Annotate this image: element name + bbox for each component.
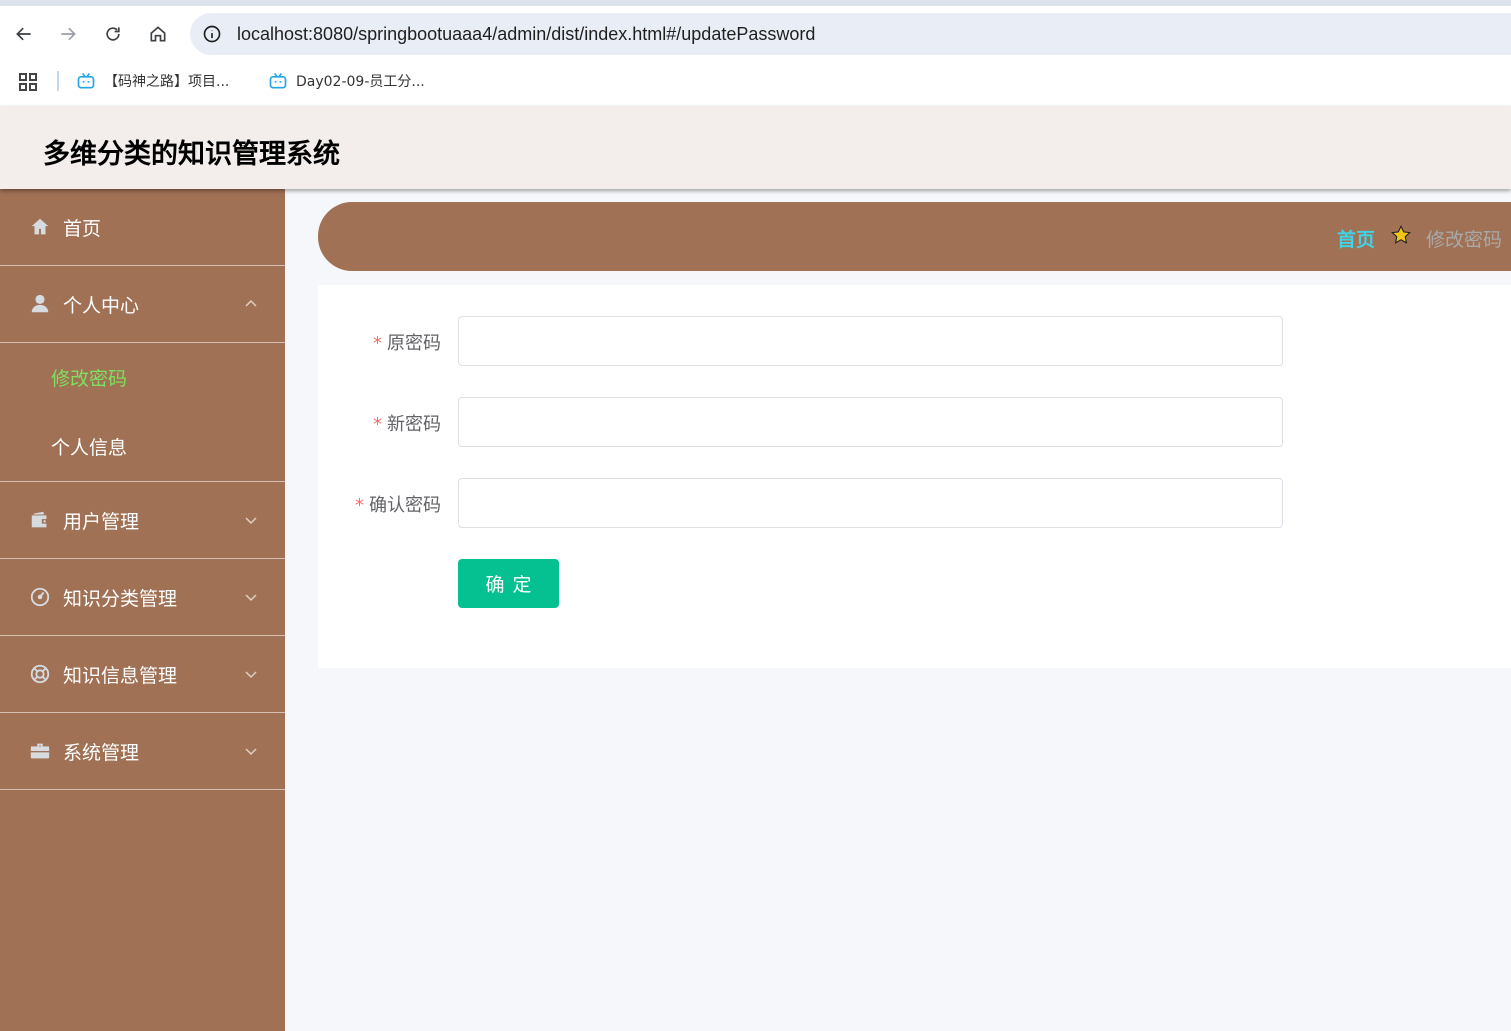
breadcrumb-current: 修改密码: [1426, 229, 1503, 251]
old-password-input[interactable]: [458, 316, 1283, 366]
app-title: 多维分类的知识管理系统: [43, 139, 340, 170]
bookmark-label: Day02-09-员工分...: [296, 74, 425, 90]
breadcrumb-home-link[interactable]: 首页: [1337, 225, 1375, 252]
house-icon: [150, 26, 166, 42]
new-password-row: * 新密码: [318, 397, 1511, 447]
old-password-label-text: 原密码: [387, 333, 441, 354]
old-password-row: * 原密码: [318, 316, 1511, 366]
arrow-right-icon: [61, 27, 76, 41]
old-password-label: * 原密码: [373, 329, 441, 355]
sidebar-item-label: 个人中心: [63, 294, 140, 317]
sidebar-item-label: 知识分类管理: [63, 587, 178, 610]
sidebar-item-knowledge-info[interactable]: 知识信息管理: [0, 636, 285, 713]
chevron-down-icon: [245, 594, 257, 602]
bookmark-item[interactable]: 【码神之路】项目...: [76, 70, 229, 92]
url-text[interactable]: localhost:8080/springbootuaaa4/admin/dis…: [237, 24, 815, 45]
confirm-password-row: * 确认密码: [318, 478, 1511, 528]
tab-strip-edge: [0, 0, 1511, 6]
chevron-up-icon: [245, 299, 257, 307]
required-star: *: [373, 333, 382, 354]
bilibili-icon: [269, 73, 287, 89]
bookmark-label: 【码神之路】项目...: [104, 74, 230, 90]
chevron-down-icon: [245, 671, 257, 679]
required-star: *: [373, 414, 382, 435]
sidebar-item-label: 系统管理: [63, 741, 140, 764]
sidebar-subitem-change-password[interactable]: 修改密码: [0, 343, 285, 412]
info-icon[interactable]: [202, 24, 222, 44]
home-icon: [29, 216, 51, 238]
lifebuoy-icon: [29, 663, 51, 685]
browser-toolbar: localhost:8080/springbootuaaa4/admin/dis…: [0, 0, 1511, 106]
chevron-down-icon: [245, 517, 257, 525]
sidebar-item-home[interactable]: 首页: [0, 189, 285, 266]
sidebar-item-system-management[interactable]: 系统管理: [0, 713, 285, 790]
bookmark-divider: [57, 71, 59, 91]
chevron-down-icon: [245, 748, 257, 756]
sidebar-item-personal-center[interactable]: 个人中心: [0, 266, 285, 343]
confirm-password-label: * 确认密码: [355, 491, 441, 517]
change-password-form: * 原密码 * 新密码 * 确认密码 确定: [318, 285, 1511, 668]
apps-grid-icon[interactable]: [18, 72, 38, 92]
forward-button[interactable]: [52, 18, 84, 50]
sidebar-menu: 首页 个人中心 修改密码 个人信息 用户管理 知识分类管理 知识信息管理 系统管…: [0, 189, 285, 1031]
user-icon: [29, 293, 51, 315]
bookmark-item[interactable]: Day02-09-员工分...: [268, 70, 425, 92]
new-password-label: * 新密码: [373, 410, 441, 436]
app-header: 多维分类的知识管理系统: [0, 106, 1511, 189]
confirm-password-input[interactable]: [458, 478, 1283, 528]
new-password-label-text: 新密码: [387, 414, 441, 435]
sidebar-item-user-management[interactable]: 用户管理: [0, 482, 285, 559]
sidebar-item-knowledge-category[interactable]: 知识分类管理: [0, 559, 285, 636]
sidebar-item-label: 首页: [63, 217, 102, 240]
required-star: *: [355, 495, 364, 516]
home-button[interactable]: [142, 18, 174, 50]
bilibili-icon: [77, 73, 95, 89]
sidebar-item-label: 知识信息管理: [63, 664, 178, 687]
confirm-password-label-text: 确认密码: [369, 495, 441, 516]
reload-icon: [106, 27, 120, 41]
star-icon: [1391, 225, 1411, 244]
confirm-button[interactable]: 确定: [458, 559, 559, 608]
back-button[interactable]: [8, 18, 40, 50]
sidebar-item-label: 用户管理: [63, 510, 140, 533]
personal-center-submenu: 修改密码 个人信息: [0, 343, 285, 482]
arrow-left-icon: [16, 27, 31, 41]
address-bar[interactable]: localhost:8080/springbootuaaa4/admin/dis…: [190, 13, 1511, 55]
wallet-icon: [29, 509, 51, 531]
new-password-input[interactable]: [458, 397, 1283, 447]
reload-button[interactable]: [97, 18, 129, 50]
sidebar-subitem-personal-info[interactable]: 个人信息: [0, 412, 285, 481]
briefcase-icon: [29, 740, 51, 762]
dashboard-icon: [29, 586, 51, 608]
breadcrumb: 首页 修改密码: [318, 202, 1511, 271]
